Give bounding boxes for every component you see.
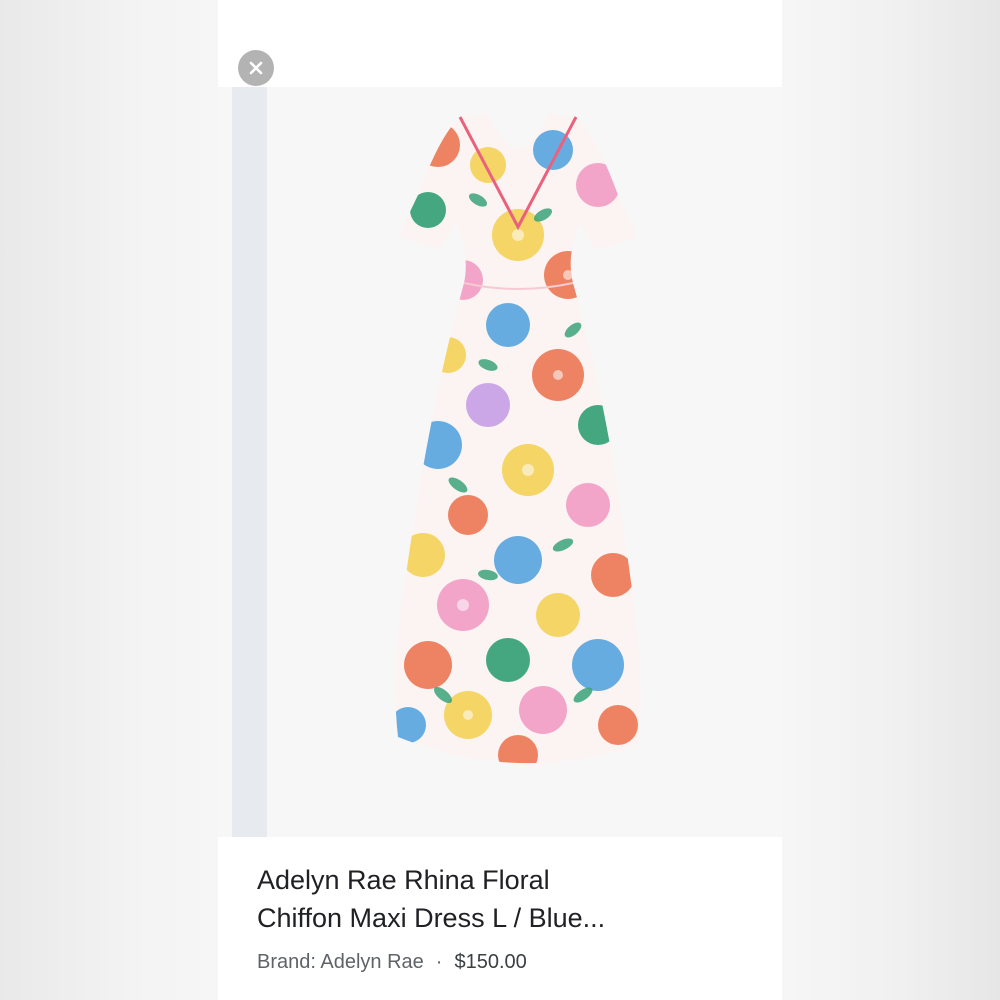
background-right	[782, 0, 1000, 1000]
price-label: $150.00	[454, 951, 527, 973]
floral-dress-image	[395, 113, 641, 764]
product-meta: Brand: Adelyn Rae · $150.00	[257, 951, 527, 974]
product-title-line-2: Chiffon Maxi Dress L / Blue...	[257, 903, 606, 933]
close-button[interactable]	[238, 50, 274, 86]
background-left	[0, 0, 218, 1000]
meta-separator: ·	[435, 951, 443, 973]
product-image-area[interactable]	[218, 87, 782, 837]
product-title-line-1: Adelyn Rae Rhina Floral	[257, 865, 550, 895]
product-card: Adelyn Rae Rhina Floral Chiffon Maxi Dre…	[218, 0, 782, 1000]
product-info: Adelyn Rae Rhina Floral Chiffon Maxi Dre…	[218, 837, 782, 1000]
brand-label: Brand: Adelyn Rae	[257, 951, 424, 973]
image-edge-strip	[232, 87, 267, 837]
product-title[interactable]: Adelyn Rae Rhina Floral Chiffon Maxi Dre…	[257, 861, 727, 937]
close-icon	[249, 61, 263, 75]
